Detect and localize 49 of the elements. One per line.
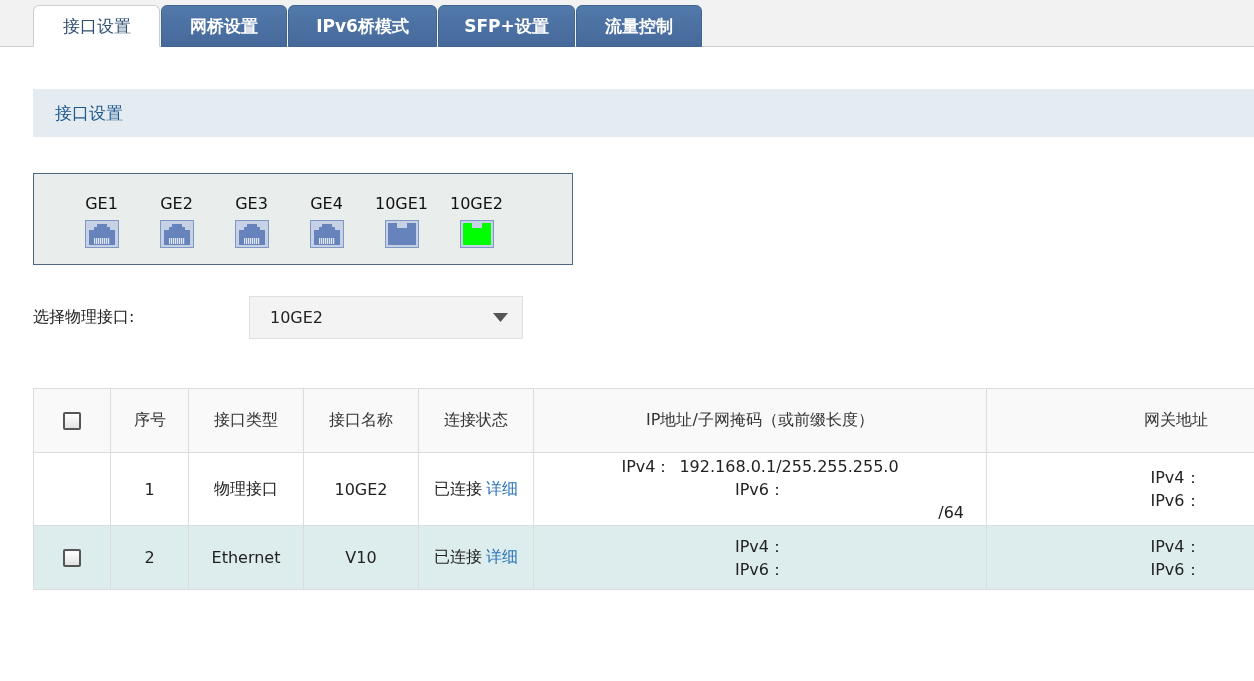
address-label: IPv6： (735, 479, 785, 499)
checkbox[interactable] (63, 412, 81, 431)
table-cell: Ethernet (188, 525, 304, 590)
ethernet-port-icon[interactable] (84, 220, 119, 248)
address-label: IPv4： (621, 456, 672, 476)
column-header: 连接状态 (418, 388, 534, 453)
table-cell: V10 (303, 525, 419, 590)
detail-link[interactable]: 详细 (486, 547, 518, 566)
sfp-port-icon[interactable] (384, 220, 419, 248)
column-header: 序号 (110, 388, 189, 453)
address-label: IPv6： (735, 559, 785, 579)
tab[interactable]: SFP+设置 (438, 5, 575, 47)
column-header: 网关地址 (986, 388, 1254, 453)
address-label: IPv4： (1150, 536, 1201, 556)
address-label: IPv4： (735, 536, 785, 556)
tab[interactable]: IPv6桥模式 (288, 5, 437, 47)
tab[interactable]: 网桥设置 (161, 5, 287, 47)
address-label: IPv6： (1150, 559, 1201, 579)
port-label: 10GE1 (374, 194, 428, 213)
table-cell: 10GE2 (303, 452, 419, 526)
port-label: 10GE2 (449, 194, 503, 213)
table-cell: 1 (110, 452, 189, 526)
column-header: 接口类型 (188, 388, 304, 453)
status-text: 已连接 (434, 478, 482, 498)
port-label: GE3 (235, 194, 268, 213)
port-label: GE2 (160, 194, 193, 213)
caret-icon (493, 313, 508, 322)
address-label: IPv4： (1150, 468, 1201, 487)
tab[interactable]: 流量控制 (576, 5, 702, 47)
table-cell: 2 (110, 525, 189, 590)
column-header: 接口名称 (303, 388, 419, 453)
port-label: GE1 (85, 194, 118, 213)
status-text: 已连接 (434, 547, 482, 566)
tab[interactable]: 接口设置 (33, 5, 160, 47)
table-cell: 物理接口 (188, 452, 304, 526)
port-label: GE4 (310, 194, 343, 213)
column-header: IP地址/子网掩码（或前缀长度） (533, 388, 987, 453)
sfp-port-icon[interactable] (459, 220, 494, 248)
checkbox[interactable] (63, 549, 81, 568)
field-label: 选择物理接口: (33, 307, 136, 328)
address-label: IPv6： (1150, 491, 1201, 510)
section-header: 接口设置 (33, 89, 1254, 137)
address-value: 192.168.0.1/255.255.255.0 (679, 456, 899, 476)
ethernet-port-icon[interactable] (159, 220, 194, 248)
prefix-length: /64 (938, 502, 964, 522)
ethernet-port-icon[interactable] (234, 220, 269, 248)
ethernet-port-icon[interactable] (309, 220, 344, 248)
detail-link[interactable]: 详细 (486, 478, 518, 498)
interface-select[interactable]: 10GE2 (249, 296, 523, 339)
